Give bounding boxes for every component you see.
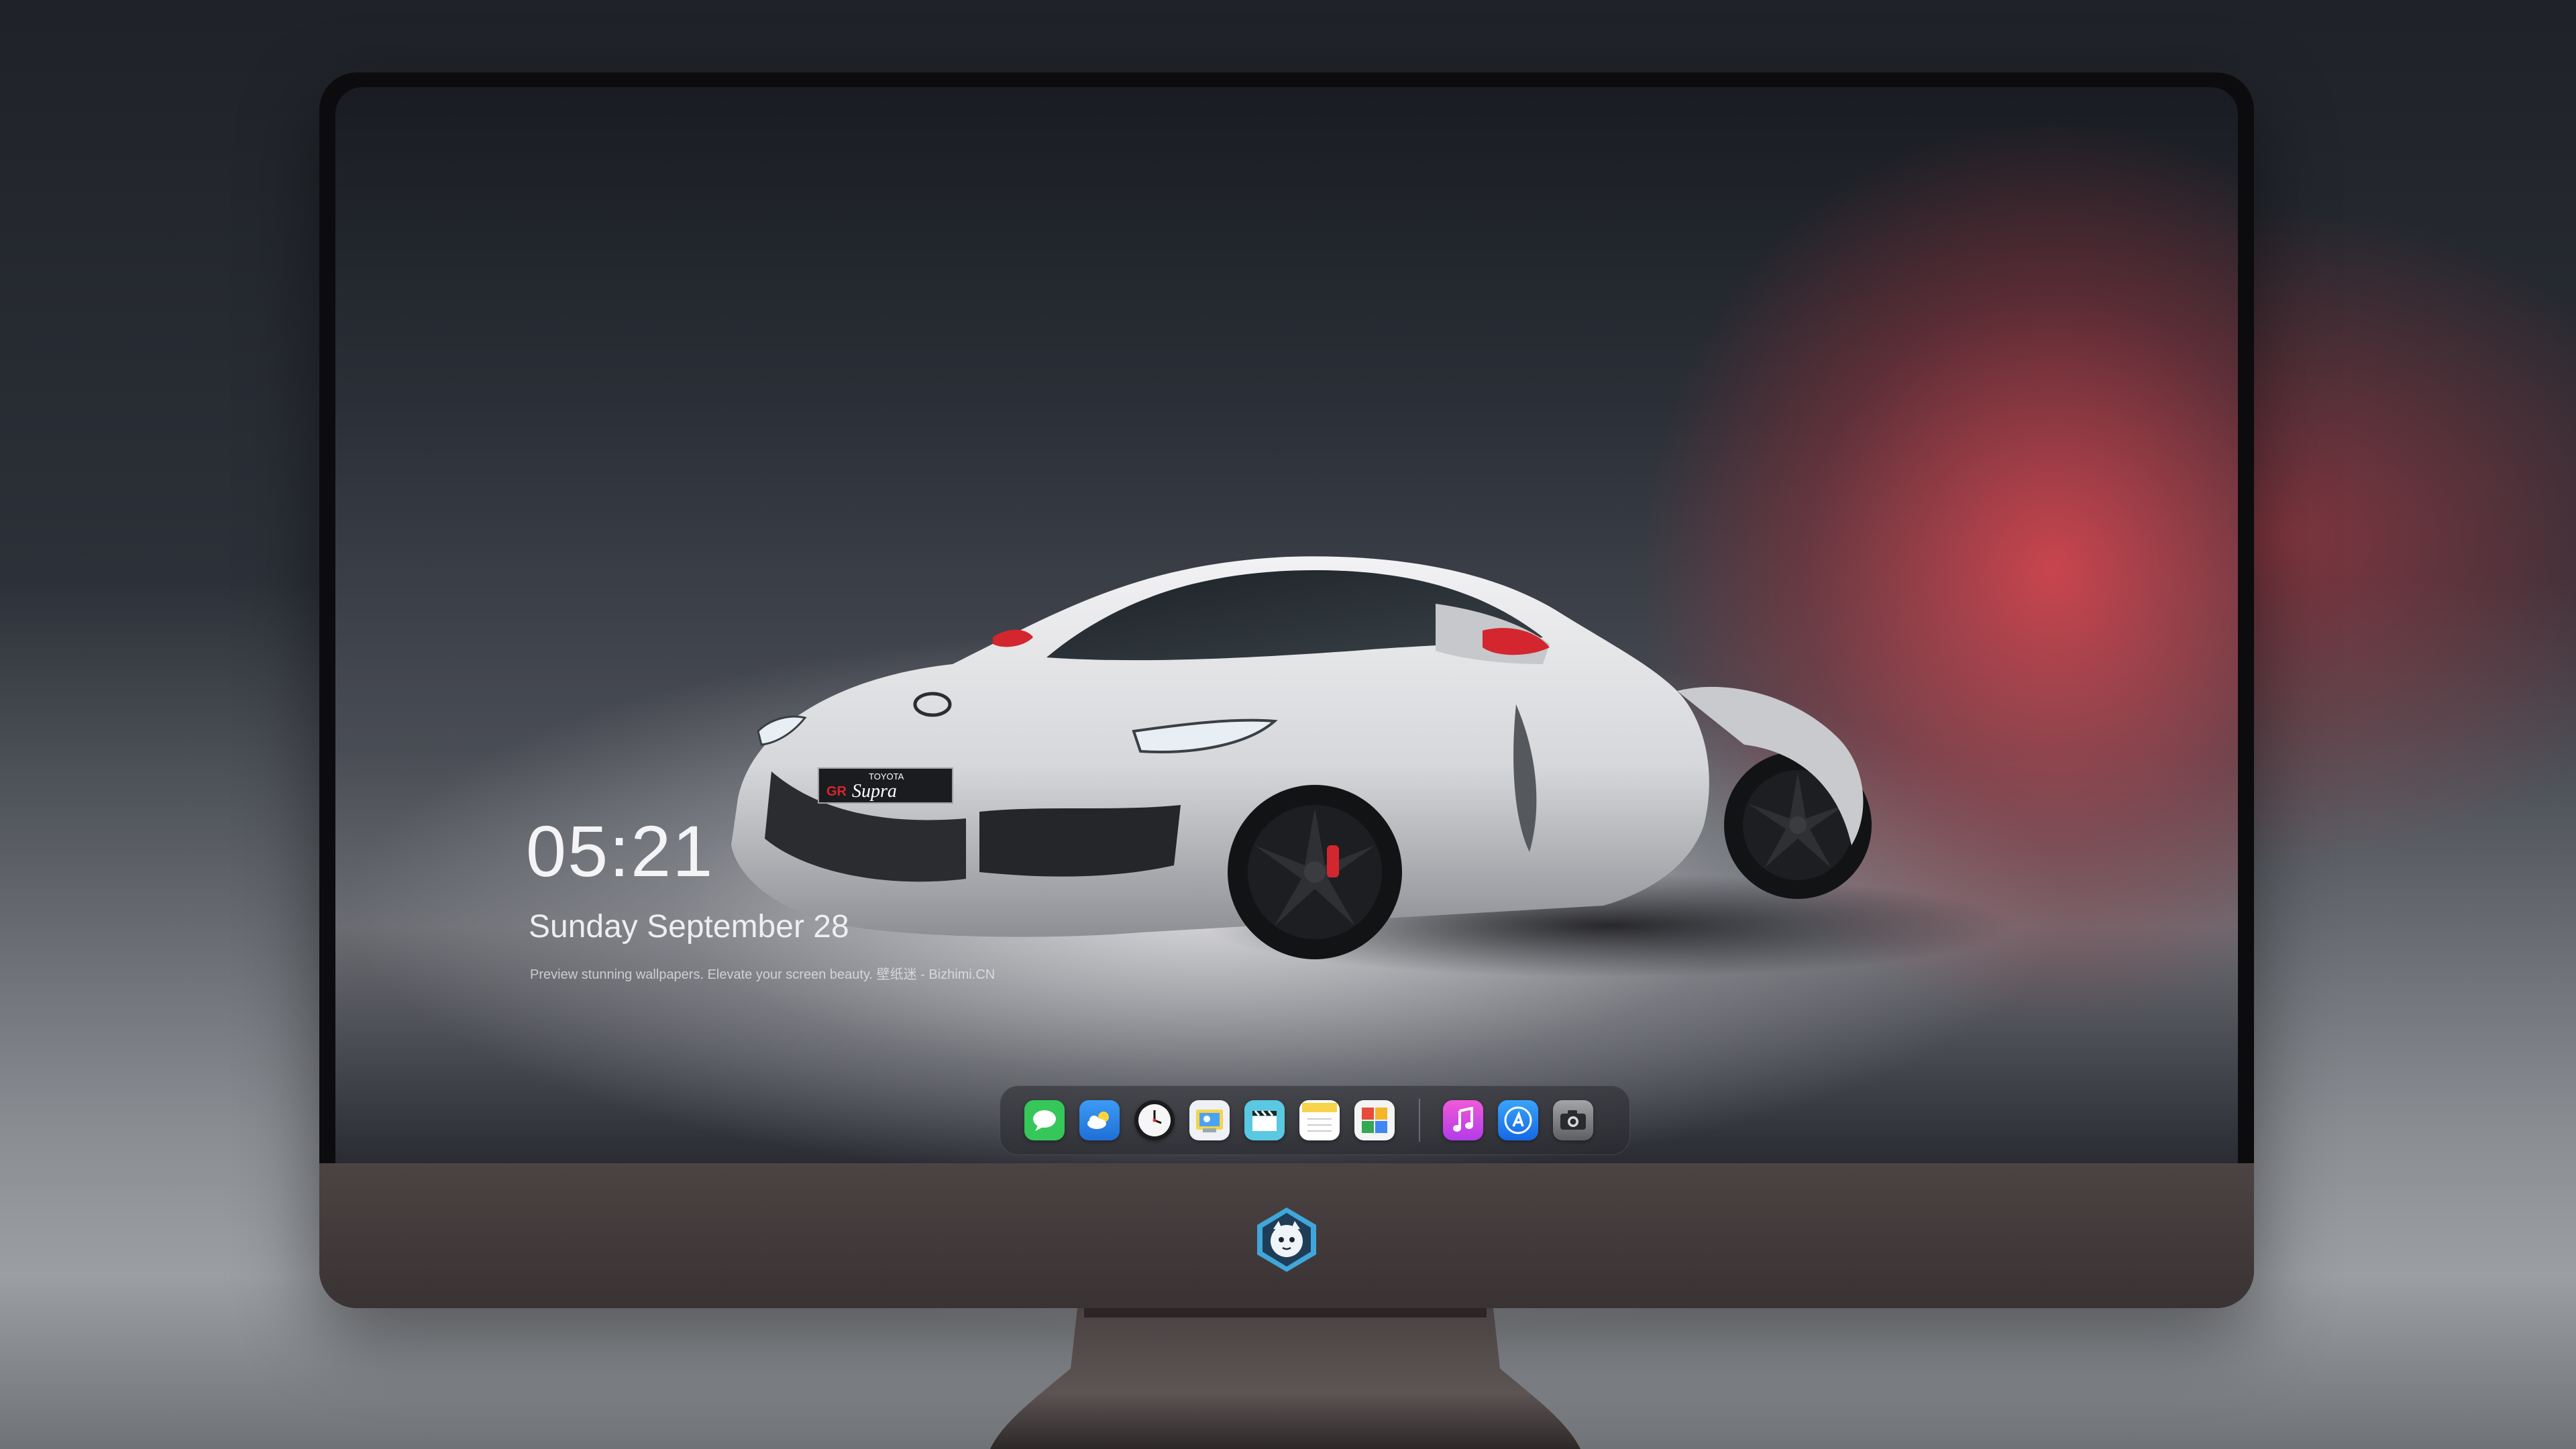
camera-icon[interactable] — [1553, 1100, 1593, 1140]
messages-icon[interactable] — [1024, 1100, 1065, 1140]
notes-icon[interactable] — [1299, 1100, 1340, 1140]
monitor-chin — [319, 1163, 2254, 1308]
dock — [1000, 1085, 1630, 1155]
desktop-screen: TOYOTA GR Supra 05:21 Sunday September 2… — [335, 87, 2238, 1163]
wallpaper-car-image: TOYOTA GR Supra — [731, 556, 1872, 959]
dock-separator — [1419, 1099, 1420, 1142]
imac-monitor: TOYOTA GR Supra 05:21 Sunday September 2… — [319, 72, 2254, 1308]
clapperboard-icon[interactable] — [1244, 1100, 1285, 1140]
monitor-stand — [990, 1308, 1580, 1449]
app-store-icon[interactable] — [1498, 1100, 1538, 1140]
photo-grid-icon[interactable] — [1354, 1100, 1395, 1140]
car-badge-brand: TOYOTA — [869, 771, 904, 782]
photo-viewer-icon[interactable] — [1189, 1100, 1230, 1140]
car-badge-model: Supra — [852, 781, 897, 802]
lock-screen-clock: 05:21 — [526, 810, 714, 892]
weather-icon[interactable] — [1079, 1100, 1120, 1140]
clock-icon[interactable] — [1134, 1100, 1175, 1140]
wallpaper-tagline: Preview stunning wallpapers. Elevate you… — [530, 967, 996, 982]
mascot-logo-icon — [1257, 1208, 1316, 1272]
lock-screen-date: Sunday September 28 — [529, 909, 849, 945]
car-badge-gr: GR — [826, 784, 847, 799]
music-note-icon[interactable] — [1443, 1100, 1483, 1140]
